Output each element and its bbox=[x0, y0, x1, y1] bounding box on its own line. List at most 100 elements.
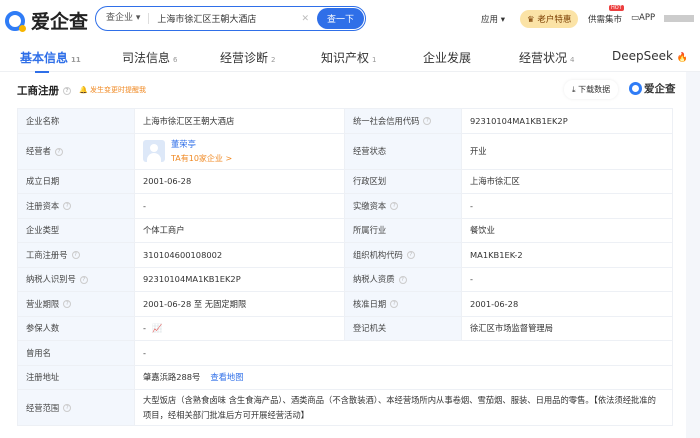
section-header: 工商注册? 🔔 发生变更时提醒我 ⤓ 下载数据 爱企查 bbox=[17, 80, 677, 100]
tab-label: 知识产权 bbox=[321, 51, 370, 65]
table-row: 营业期限? 2001-06-28 至 无固定期限 核准日期? 2001-06-28 bbox=[17, 291, 673, 317]
download-button[interactable]: ⤓ 下载数据 bbox=[564, 80, 619, 99]
value: 上海市徐汇区 bbox=[461, 168, 673, 194]
table-row: 参保人数 - 📈 登记机关 徐汇区市场监督管理局 bbox=[17, 315, 673, 341]
help-icon[interactable]: ? bbox=[71, 251, 80, 260]
tab-basic-info[interactable]: 基本信息 11 bbox=[20, 49, 81, 73]
operator-companies-link[interactable]: TA有10家企业 > bbox=[171, 153, 232, 164]
apps-menu[interactable]: 应用 ▾ bbox=[481, 13, 505, 25]
tab-label: 经营状况 bbox=[519, 51, 568, 65]
label: 所属行业 bbox=[344, 217, 462, 243]
avatar bbox=[143, 140, 165, 162]
help-icon[interactable]: ? bbox=[54, 147, 63, 156]
label: 经营者? bbox=[17, 132, 135, 170]
label: 工商注册号? bbox=[17, 242, 135, 268]
value: 92310104MA1KB1EK2P bbox=[461, 108, 673, 134]
value: - bbox=[134, 193, 345, 219]
tab-bar: 基本信息 11 司法信息 6 经营诊断 2 知识产权 1 企业发展 经营状况 4 Deep… bbox=[0, 40, 700, 73]
brand-text: 爱企查 bbox=[644, 83, 676, 95]
table-row: 注册资本? - 实缴资本? - bbox=[17, 193, 673, 219]
hot-badge: HOT bbox=[609, 5, 624, 11]
value: 2001-06-28 至 无固定期限 bbox=[134, 291, 345, 317]
value: 大型饭店（含熟食卤味 含生食海产品）、酒类商品（不含散装酒）、本经营场所内从事卷… bbox=[134, 389, 673, 426]
registration-table: 企业名称 上海市徐汇区王朝大酒店 统一社会信用代码? 92310104MA1KB1EK… bbox=[17, 108, 673, 426]
value: 董荣亭 TA有10家企业 > bbox=[134, 132, 345, 170]
label: 参保人数 bbox=[17, 315, 135, 341]
table-row: 经营者? 董荣亭 TA有10家企业 > 经营状态 开业 bbox=[17, 132, 673, 170]
table-row: 经营范围? 大型饭店（含熟食卤味 含生食海产品）、酒类商品（不含散装酒）、本经营场… bbox=[17, 389, 673, 426]
value: 肇嘉浜路288号 查看地图 bbox=[134, 364, 673, 390]
value-text: 肇嘉浜路288号 bbox=[143, 372, 201, 383]
help-icon[interactable]: ? bbox=[390, 300, 399, 309]
change-alert-link[interactable]: 🔔 发生变更时提醒我 bbox=[79, 85, 146, 95]
label-text: 实缴资本 bbox=[353, 200, 387, 211]
tab-operations[interactable]: 经营状况 4 bbox=[519, 49, 574, 66]
label-text: 核准日期 bbox=[353, 298, 387, 309]
value: 个体工商户 bbox=[134, 217, 345, 243]
tab-count: 6 bbox=[173, 56, 178, 64]
help-icon[interactable]: ? bbox=[63, 300, 72, 309]
help-icon[interactable]: ? bbox=[406, 251, 415, 260]
view-map-link[interactable]: 查看地图 bbox=[210, 372, 243, 382]
tab-ip[interactable]: 知识产权 1 bbox=[321, 49, 376, 66]
help-icon[interactable]: ? bbox=[63, 87, 71, 95]
help-icon[interactable]: ? bbox=[398, 275, 407, 284]
logo-icon bbox=[629, 82, 642, 95]
tab-label: 经营诊断 bbox=[220, 51, 269, 65]
side-panel bbox=[686, 72, 700, 438]
label: 实缴资本? bbox=[344, 193, 462, 219]
label: 统一社会信用代码? bbox=[344, 108, 462, 134]
search-input[interactable] bbox=[157, 13, 302, 24]
value: 92310104MA1KB1EK2P bbox=[134, 266, 345, 292]
tab-count: 4 bbox=[570, 56, 575, 64]
label-text: 纳税人识别号 bbox=[26, 274, 76, 285]
value: 徐汇区市场监督管理局 bbox=[461, 315, 673, 341]
search-button[interactable]: 查一下 bbox=[317, 8, 364, 29]
top-bar: 爱企查 查企业 ▾ ✕ 查一下 应用 ▾ ♛ 老户特惠 HOT 供需集市 ▭AP… bbox=[0, 0, 700, 40]
tab-deepseek[interactable]: DeepSeek 🔥 bbox=[612, 49, 688, 63]
search-scope-dropdown[interactable]: 查企业 ▾ bbox=[96, 13, 150, 24]
label-text: 组织机构代码 bbox=[353, 249, 403, 260]
help-icon[interactable]: ? bbox=[63, 404, 72, 412]
user-avatar[interactable] bbox=[664, 15, 694, 22]
label-text: 工商注册号 bbox=[26, 249, 68, 260]
label: 企业类型 bbox=[17, 217, 135, 243]
value: 上海市徐汇区王朝大酒店 bbox=[134, 108, 345, 134]
table-row: 成立日期 2001-06-28 行政区划 上海市徐汇区 bbox=[17, 168, 673, 194]
value: - bbox=[134, 340, 673, 366]
vip-offer-button[interactable]: ♛ 老户特惠 bbox=[520, 10, 579, 28]
help-icon[interactable]: ? bbox=[79, 275, 88, 284]
help-icon[interactable]: ? bbox=[423, 117, 432, 126]
app-link[interactable]: ▭APP bbox=[631, 13, 655, 23]
label: 登记机关 bbox=[344, 315, 462, 341]
table-row: 曾用名 - bbox=[17, 340, 673, 366]
value: 310104600108002 bbox=[134, 242, 345, 268]
table-row: 企业名称 上海市徐汇区王朝大酒店 统一社会信用代码? 92310104MA1KB1EK… bbox=[17, 108, 673, 134]
tab-count: 1 bbox=[372, 56, 377, 64]
trend-chart-icon[interactable]: 📈 bbox=[152, 323, 162, 333]
label: 经营状态 bbox=[344, 132, 462, 170]
operator-link[interactable]: 董荣亭 bbox=[171, 138, 232, 150]
clear-icon[interactable]: ✕ bbox=[301, 14, 309, 24]
tab-judicial[interactable]: 司法信息 6 bbox=[122, 49, 177, 66]
search-scope-label: 查企业 bbox=[106, 13, 134, 23]
logo-icon bbox=[5, 10, 26, 32]
table-row: 工商注册号? 310104600108002 组织机构代码? MA1KB1EK-2 bbox=[17, 242, 673, 268]
label: 纳税人资质? bbox=[344, 266, 462, 292]
label-text: 营业期限 bbox=[26, 298, 60, 309]
tab-diagnosis[interactable]: 经营诊断 2 bbox=[220, 49, 275, 66]
table-row: 注册地址 肇嘉浜路288号 查看地图 bbox=[17, 364, 673, 390]
label-text: 统一社会信用代码 bbox=[353, 115, 420, 126]
label: 纳税人识别号? bbox=[17, 266, 135, 292]
logo[interactable]: 爱企查 bbox=[5, 7, 88, 34]
supply-link[interactable]: 供需集市 bbox=[588, 13, 622, 25]
value: 2001-06-28 bbox=[134, 168, 345, 194]
help-icon[interactable]: ? bbox=[63, 202, 72, 211]
help-icon[interactable]: ? bbox=[390, 202, 399, 211]
app-label: APP bbox=[639, 13, 656, 23]
label: 注册地址 bbox=[17, 364, 135, 390]
tab-development[interactable]: 企业发展 bbox=[423, 49, 471, 66]
alert-label: 发生变更时提醒我 bbox=[89, 86, 146, 94]
section-title-text: 工商注册 bbox=[17, 85, 59, 97]
value: - bbox=[461, 193, 673, 219]
